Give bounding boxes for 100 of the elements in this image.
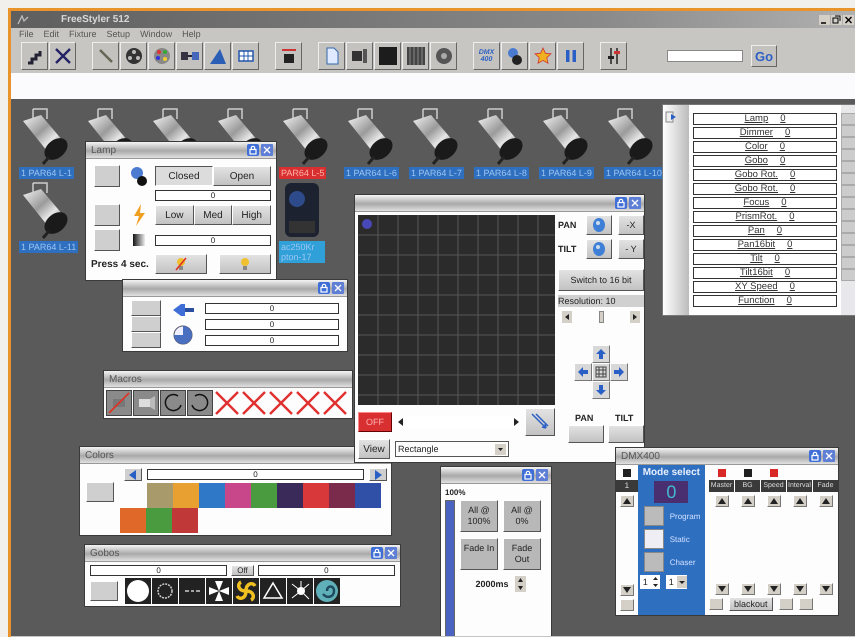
toolbar-button[interactable] (600, 42, 627, 70)
down-button[interactable] (766, 583, 780, 595)
view-button[interactable]: View (358, 439, 390, 459)
toolbar-button[interactable] (374, 42, 401, 70)
menu-item[interactable]: Edit (44, 29, 60, 39)
tilt-button[interactable] (608, 425, 644, 443)
arrow-tab-icon[interactable] (665, 111, 677, 123)
color-swatch[interactable] (329, 483, 355, 508)
center-button[interactable] (592, 363, 610, 381)
shutter-button[interactable]: Closed (155, 166, 213, 186)
toolbar-button[interactable] (430, 42, 457, 70)
up-button[interactable] (714, 495, 728, 507)
toolbar-button[interactable] (346, 42, 373, 70)
up-button[interactable] (766, 495, 780, 507)
channel-bar[interactable]: Tilt16bit 0 (693, 267, 837, 279)
lock-icon[interactable] (522, 469, 534, 481)
square-button[interactable] (86, 482, 114, 502)
toolbar-button[interactable] (120, 42, 147, 70)
menu-item[interactable]: File (19, 29, 34, 39)
lock-icon[interactable] (371, 547, 383, 559)
minus-x-button[interactable]: -X (618, 215, 644, 235)
lock-icon[interactable] (247, 144, 259, 156)
spinner[interactable] (514, 576, 526, 592)
diagonal-arrows-button[interactable] (525, 408, 555, 436)
color-swatch[interactable] (146, 508, 172, 533)
tilt-knob-button[interactable] (586, 239, 612, 259)
gobo-splash-icon[interactable] (287, 578, 313, 604)
menu-item[interactable]: Help (182, 29, 201, 39)
minus-y-button[interactable]: - Y (618, 239, 644, 259)
square-button[interactable] (90, 581, 118, 601)
gobo-circle-icon[interactable] (125, 578, 151, 604)
left-triangle-icon[interactable] (562, 311, 572, 323)
down-button[interactable] (714, 583, 728, 595)
down-button[interactable] (792, 583, 806, 595)
down-button[interactable] (620, 584, 634, 596)
color-swatch[interactable] (172, 508, 198, 533)
lock-icon[interactable] (615, 197, 627, 209)
square-button[interactable] (131, 332, 161, 348)
color-swatch[interactable] (303, 483, 329, 508)
up-button[interactable] (792, 495, 806, 507)
color-swatch[interactable] (147, 483, 173, 508)
lock-icon[interactable] (809, 450, 821, 462)
channel-bar[interactable]: Pan 0 (693, 225, 837, 237)
text-field[interactable] (667, 50, 743, 62)
lock-icon[interactable] (318, 282, 330, 294)
master-button[interactable]: All @ 0% (503, 500, 541, 532)
color-swatch[interactable] (251, 483, 277, 508)
toolbar-button[interactable] (501, 42, 528, 70)
close-icon[interactable] (843, 14, 854, 24)
channel-bar[interactable]: Function 0 (693, 295, 837, 307)
channel-bar[interactable]: Pan16bit 0 (693, 239, 837, 251)
slider-thumb[interactable] (599, 311, 604, 323)
menu-item[interactable]: Fixture (69, 29, 97, 39)
lamp-on-button[interactable] (219, 254, 271, 274)
channel-bar[interactable]: Lamp 0 (693, 113, 837, 125)
toolbar-button[interactable] (49, 42, 76, 70)
square-button[interactable] (131, 316, 161, 332)
right-button[interactable] (610, 363, 628, 381)
strobe-button[interactable]: Low (155, 205, 194, 225)
view-dropdown[interactable]: Rectangle (395, 441, 509, 457)
channel-bar[interactable]: Gobo Rot. 0 (693, 169, 837, 181)
shutter-button[interactable]: Open (213, 166, 271, 186)
gobo-dashes-icon[interactable] (179, 578, 205, 604)
color-swatch[interactable] (173, 483, 199, 508)
channel-bar[interactable]: Color 0 (693, 141, 837, 153)
up-button[interactable] (740, 495, 754, 507)
strobe-button[interactable]: Med (194, 205, 232, 225)
lamp-off-button[interactable] (155, 254, 207, 274)
macro-button[interactable] (160, 390, 186, 416)
square-button[interactable] (778, 598, 793, 610)
blackout-button[interactable]: blackout (729, 597, 773, 611)
gobo-spiral-icon[interactable] (314, 578, 340, 604)
square-button[interactable] (620, 599, 634, 611)
toolbar-button[interactable] (176, 42, 203, 70)
macro-button[interactable] (187, 390, 213, 416)
channel-bar[interactable]: Focus 0 (693, 197, 837, 209)
mode-button[interactable] (644, 552, 664, 572)
master-button[interactable]: Fade Out (503, 538, 541, 570)
channel-bar[interactable]: Gobo Rot. 0 (693, 183, 837, 195)
gobo-swirl-icon[interactable] (233, 578, 259, 604)
down-button[interactable] (818, 583, 832, 595)
square-button[interactable] (94, 204, 120, 226)
menu-item[interactable]: Setup (106, 29, 130, 39)
channel-bar[interactable]: Dimmer 0 (693, 127, 837, 139)
square-button[interactable] (94, 229, 120, 251)
macro-button[interactable] (133, 390, 159, 416)
next-button[interactable] (369, 468, 387, 481)
color-swatch[interactable] (120, 508, 146, 533)
left-triangle-icon[interactable] (397, 417, 405, 427)
down-triangle-icon[interactable] (514, 584, 526, 592)
left-button[interactable] (574, 363, 592, 381)
pan-button[interactable] (568, 425, 604, 443)
position-dot[interactable] (362, 219, 372, 229)
pan-knob-button[interactable] (586, 215, 612, 235)
cross-icon[interactable] (268, 390, 294, 416)
right-triangle-icon[interactable] (512, 417, 520, 427)
right-triangle-icon[interactable] (630, 311, 640, 323)
cross-icon[interactable] (322, 390, 348, 416)
toolbar-button[interactable] (21, 42, 48, 70)
color-swatch[interactable] (225, 483, 251, 508)
